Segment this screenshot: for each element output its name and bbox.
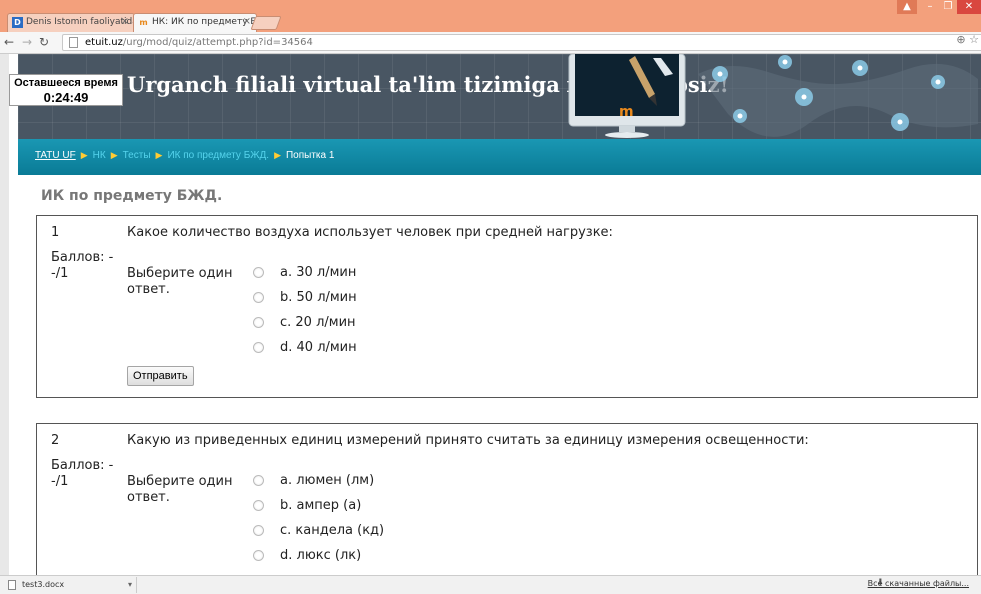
question-text: Какое количество воздуха использует чело… bbox=[127, 225, 613, 240]
question-text: Какую из приведенных единиц измерений пр… bbox=[127, 433, 809, 448]
answer-option-a[interactable]: a. 30 л/мин bbox=[253, 262, 356, 282]
window-controls: ▲ – ❐ ✕ bbox=[897, 0, 981, 14]
breadcrumb-tests-link[interactable]: Тесты bbox=[123, 150, 151, 161]
question-1: 1 Баллов: --/1 Какое количество воздуха … bbox=[36, 215, 978, 398]
web-page: Urganch filiali virtual ta'lim tizimiga … bbox=[9, 54, 981, 575]
answer-label: a. 30 л/мин bbox=[280, 264, 357, 280]
download-file-name: test3.docx bbox=[22, 580, 65, 589]
answer-option-c[interactable]: c. кандела (кд) bbox=[253, 520, 384, 540]
answer-option-c[interactable]: c. 20 л/мин bbox=[253, 312, 356, 332]
address-bar: ← → ↻ etuit.uz/urg/mod/quiz/attempt.php?… bbox=[0, 32, 981, 54]
back-icon[interactable]: ← bbox=[4, 35, 14, 49]
breadcrumb-quiz-link[interactable]: ИК по предмету БЖД. bbox=[167, 150, 269, 161]
tab-favicon-icon: D bbox=[12, 17, 23, 28]
breadcrumb-separator-icon: ▶ bbox=[155, 150, 163, 160]
url-path: /urg/mod/quiz/attempt.php?id=34564 bbox=[122, 37, 313, 48]
page-title: ИК по предмету БЖД. bbox=[41, 188, 223, 204]
navigation-bar: TATU UF ▶ НК ▶ Тесты ▶ ИК по предмету БЖД. ▶ Поп… bbox=[18, 139, 981, 175]
close-window-icon[interactable]: ✕ bbox=[957, 0, 981, 14]
question-grade: Баллов: --/1 bbox=[51, 250, 114, 281]
answer-prompt: Выберите один ответ. bbox=[127, 266, 233, 297]
show-all-downloads-link[interactable]: Все скачанные файлы... bbox=[868, 579, 969, 588]
radio-button[interactable] bbox=[253, 291, 264, 303]
radio-button[interactable] bbox=[253, 499, 264, 511]
submit-button[interactable]: Отправить bbox=[127, 366, 194, 386]
radio-button[interactable] bbox=[253, 341, 264, 353]
answer-option-d[interactable]: d. люкс (лк) bbox=[253, 545, 361, 565]
answer-label: c. 20 л/мин bbox=[280, 314, 356, 330]
breadcrumb-course-link[interactable]: НК bbox=[93, 150, 106, 161]
answer-option-b[interactable]: b. ампер (а) bbox=[253, 495, 361, 515]
url-host: etuit.uz bbox=[85, 37, 123, 48]
star-icon[interactable]: ☆ bbox=[969, 33, 979, 46]
zoom-star-icons[interactable]: ⊕ ☆ bbox=[956, 33, 979, 46]
moodle-favicon-icon: m bbox=[139, 18, 148, 27]
question-2: 2 Баллов: --/1 Какую из приведенных един… bbox=[36, 423, 978, 575]
chevron-down-icon[interactable]: ▾ bbox=[128, 577, 132, 593]
tab-title: Denis Istomin faoliyatida bbox=[26, 17, 135, 27]
question-number: 1 bbox=[51, 225, 60, 240]
reload-icon[interactable]: ↻ bbox=[39, 35, 49, 49]
breadcrumb-separator-icon: ▶ bbox=[80, 150, 88, 160]
svg-text:m: m bbox=[619, 104, 634, 120]
maximize-icon[interactable]: ❐ bbox=[939, 0, 957, 14]
new-tab-button[interactable] bbox=[250, 16, 282, 30]
question-number: 2 bbox=[51, 433, 60, 448]
file-icon bbox=[8, 580, 16, 590]
answer-option-d[interactable]: d. 40 л/мин bbox=[253, 337, 357, 357]
answer-label: c. кандела (кд) bbox=[280, 522, 385, 538]
answer-label: b. ампер (а) bbox=[280, 497, 362, 513]
breadcrumb-current: Попытка 1 bbox=[285, 150, 335, 161]
user-icon[interactable]: ▲ bbox=[897, 0, 917, 14]
time-remaining-box: Оставшееся время 0:24:49 bbox=[9, 74, 123, 106]
radio-button[interactable] bbox=[253, 524, 264, 536]
radio-button[interactable] bbox=[253, 266, 264, 278]
answer-label: a. люмен (лм) bbox=[280, 472, 375, 488]
minimize-icon[interactable]: – bbox=[921, 0, 939, 14]
radio-button[interactable] bbox=[253, 549, 264, 561]
answer-prompt: Выберите один ответ. bbox=[127, 474, 233, 505]
world-map-graphic bbox=[698, 55, 978, 137]
answer-label: b. 50 л/мин bbox=[280, 289, 357, 305]
breadcrumb-separator-icon: ▶ bbox=[110, 150, 118, 160]
breadcrumb-home-link[interactable]: TATU UF bbox=[35, 150, 76, 161]
monitor-logo-icon: m bbox=[568, 54, 686, 138]
breadcrumb-separator-icon: ▶ bbox=[274, 150, 281, 160]
question-grade: Баллов: --/1 bbox=[51, 458, 114, 489]
forward-icon[interactable]: → bbox=[22, 35, 32, 49]
tab-close-icon[interactable]: × bbox=[121, 16, 129, 27]
tab-close-icon[interactable]: × bbox=[243, 16, 251, 27]
breadcrumb: TATU UF ▶ НК ▶ Тесты ▶ ИК по предмету БЖД. ▶ Поп… bbox=[35, 150, 334, 161]
timer-label: Оставшееся время bbox=[14, 77, 118, 89]
tab-quiz[interactable]: m НК: ИК по предмету БЖД × bbox=[133, 13, 257, 32]
download-bar: test3.docx ▾ ⬇ Все скачанные файлы... bbox=[0, 575, 981, 594]
tab-denis[interactable]: D Denis Istomin faoliyatida × bbox=[7, 13, 135, 32]
answer-option-a[interactable]: a. люмен (лм) bbox=[253, 470, 374, 490]
url-field[interactable]: etuit.uz/urg/mod/quiz/attempt.php?id=345… bbox=[62, 34, 981, 51]
browser-tabbar: D Denis Istomin faoliyatida × m НК: ИК п… bbox=[0, 0, 981, 32]
site-header: Urganch filiali virtual ta'lim tizimiga … bbox=[18, 54, 981, 139]
radio-button[interactable] bbox=[253, 316, 264, 328]
radio-button[interactable] bbox=[253, 474, 264, 486]
answer-label: d. 40 л/мин bbox=[280, 339, 357, 355]
zoom-icon[interactable]: ⊕ bbox=[956, 33, 965, 46]
answer-label: d. люкс (лк) bbox=[280, 547, 362, 563]
left-gutter bbox=[0, 54, 9, 575]
download-item[interactable]: test3.docx ▾ bbox=[4, 577, 137, 593]
timer-value: 0:24:49 bbox=[43, 90, 89, 105]
tab-title: НК: ИК по предмету БЖД bbox=[152, 17, 256, 27]
page-icon bbox=[69, 37, 78, 48]
answer-option-b[interactable]: b. 50 л/мин bbox=[253, 287, 357, 307]
